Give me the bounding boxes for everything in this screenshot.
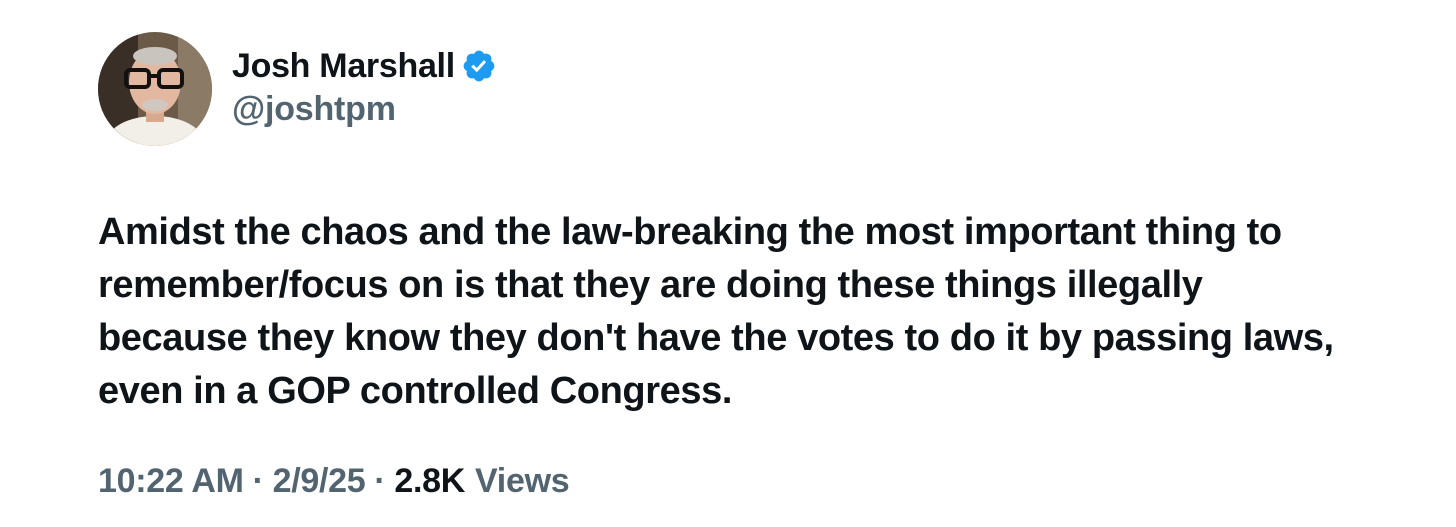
tweet-time[interactable]: 10:22 AM [98,462,244,501]
tweet-text: Amidst the chaos and the law-breaking th… [98,206,1398,418]
author-handle[interactable]: @joshtpm [232,90,396,129]
tweet-date[interactable]: 2/9/25 [273,462,366,501]
tweet-text-line: remember/focus on is that they are doing… [98,264,1203,306]
tweet-text-line: even in a GOP controlled Congress. [98,370,732,412]
avatar-photo [98,32,212,146]
tweet-text-line: Amidst the chaos and the law-breaking th… [98,211,1282,253]
views-label[interactable]: Views [475,462,570,501]
views-count[interactable]: 2.8K [394,462,465,501]
author-display-name[interactable]: Josh Marshall [232,47,455,86]
tweet-text-line: because they know they don't have the vo… [98,317,1334,359]
meta-separator: · [374,462,386,500]
avatar[interactable] [98,32,212,146]
verified-badge-icon[interactable] [461,48,497,84]
tweet-meta: 10:22 AM · 2/9/25 · 2.8K Views [98,462,570,501]
meta-separator: · [252,462,264,500]
author-name-row: Josh Marshall [232,44,497,88]
